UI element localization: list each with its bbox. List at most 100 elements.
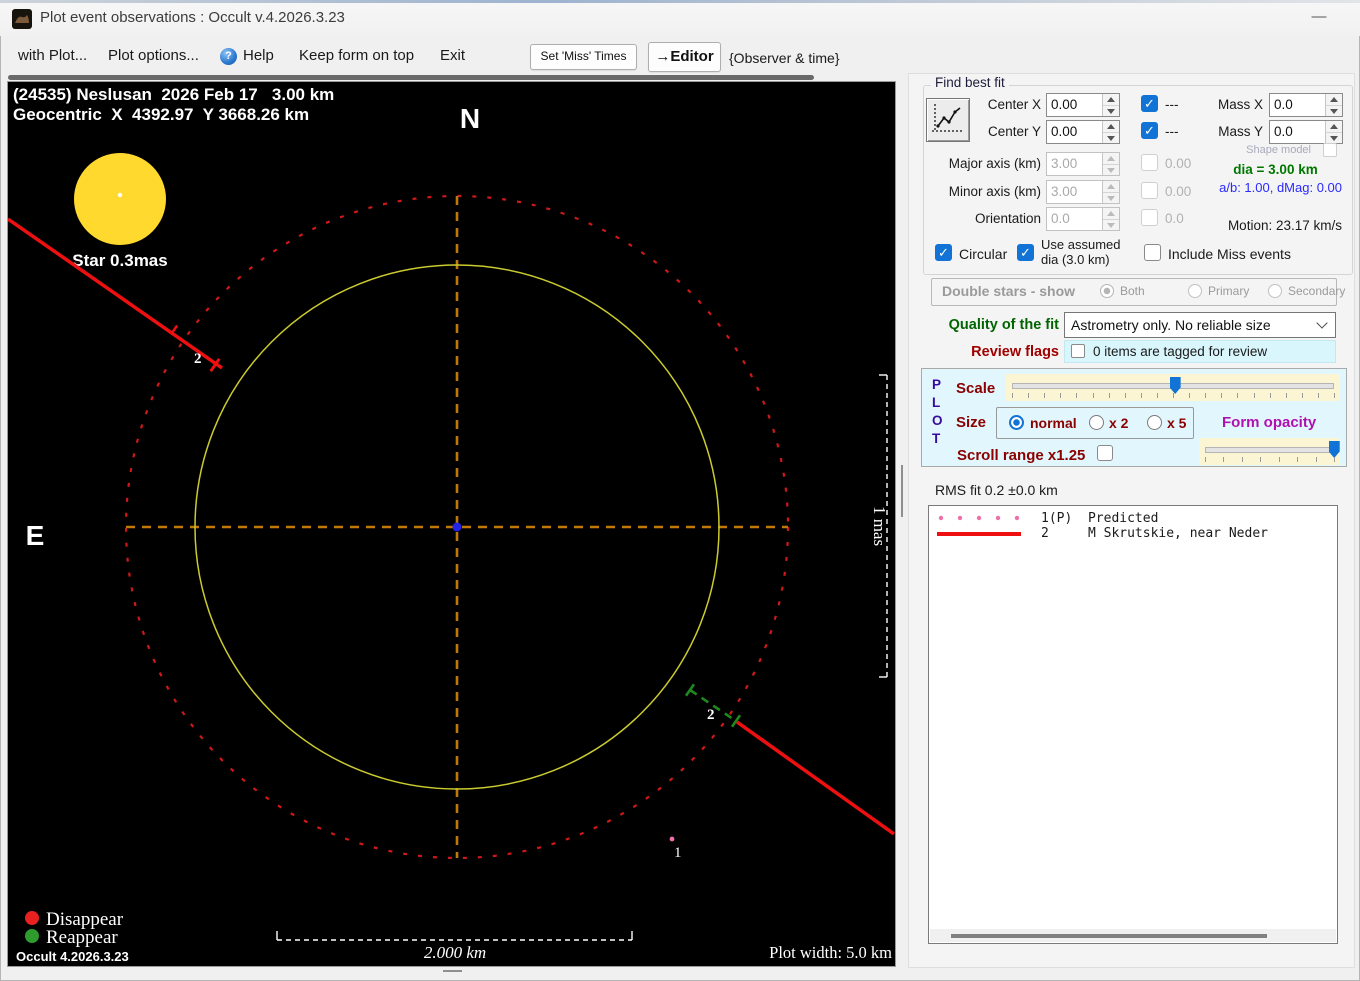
spinner-up-icon[interactable] <box>1103 181 1119 193</box>
minor-axis-input[interactable]: 3.00 <box>1046 180 1120 204</box>
vertical-splitter-handle[interactable] <box>901 465 903 517</box>
double-stars-group: Double stars - show Both Primary Seconda… <box>931 278 1345 306</box>
include-miss-checkbox[interactable] <box>1144 244 1161 261</box>
ab-dmag-label: a/b: 1.00, dMag: 0.00 <box>1219 180 1342 195</box>
opacity-slider-thumb[interactable] <box>1328 441 1340 458</box>
set-miss-times-button[interactable]: Set 'Miss' Times <box>530 44 637 70</box>
list-item[interactable]: 2 M Skrutskie, near Neder <box>1041 526 1268 541</box>
fit-chart-button[interactable] <box>926 98 970 142</box>
spinner-up-icon[interactable] <box>1326 94 1342 106</box>
help-icon[interactable]: ? <box>220 48 237 65</box>
window-title: Plot event observations : Occult v.4.202… <box>40 9 345 26</box>
observer-time-label: {Observer & time} <box>729 50 840 66</box>
star-center-dot <box>117 192 123 198</box>
version-label: Occult 4.2026.3.23 <box>16 949 129 964</box>
control-panel: Find best fit Center X 0.00 ✓ --- Mass X… <box>908 73 1355 968</box>
menu-keep-on-top[interactable]: Keep form on top <box>299 47 414 64</box>
size-x2-radio[interactable] <box>1089 415 1104 430</box>
mass-y-input[interactable]: 0.0 <box>1269 120 1343 144</box>
spinner-down-icon[interactable] <box>1103 164 1119 175</box>
horizontal-splitter-handle[interactable] <box>443 970 462 972</box>
minor-axis-checkbox[interactable] <box>1141 182 1158 199</box>
star-disk <box>74 153 166 245</box>
major-axis-input[interactable]: 3.00 <box>1046 152 1120 176</box>
menu-with-plot[interactable]: with Plot... <box>18 47 87 64</box>
mass-x-input[interactable]: 0.0 <box>1269 93 1343 117</box>
center-y-input[interactable]: 0.00 <box>1046 120 1120 144</box>
size-normal-radio[interactable] <box>1009 415 1024 430</box>
spinner-up-icon[interactable] <box>1103 208 1119 220</box>
menu-help[interactable]: Help <box>243 47 274 64</box>
plot-letter: L <box>932 395 941 410</box>
major-axis-checkbox[interactable] <box>1141 154 1158 171</box>
occult-plot-window: { "window": { "title": "Plot event obser… <box>0 0 1360 981</box>
menu-plot-options[interactable]: Plot options... <box>108 47 199 64</box>
menu-exit[interactable]: Exit <box>440 47 465 64</box>
center-x-checkbox[interactable]: ✓ <box>1141 95 1158 112</box>
east-label: E <box>26 520 45 551</box>
minor-axis-alt: 0.00 <box>1165 184 1192 199</box>
major-axis-label: Major axis (km) <box>948 156 1041 171</box>
spinner-up-icon[interactable] <box>1326 121 1342 133</box>
use-assumed-label: Use assumed dia (3.0 km) <box>1041 237 1121 267</box>
spinner-up-icon[interactable] <box>1103 94 1119 106</box>
north-label: N <box>460 103 480 134</box>
opacity-slider[interactable] <box>1199 438 1340 465</box>
review-flags-box: 0 items are tagged for review <box>1064 340 1336 363</box>
orientation-input[interactable]: 0.0 <box>1046 207 1120 231</box>
observed-solid-symbol <box>937 532 1021 536</box>
title-bar: Plot event observations : Occult v.4.202… <box>0 0 1360 36</box>
scrollbar-thumb[interactable] <box>951 934 1267 938</box>
spinner-down-icon[interactable] <box>1103 132 1119 143</box>
spinner-up-icon[interactable] <box>1103 153 1119 165</box>
editor-button[interactable]: →Editor <box>648 42 721 72</box>
progress-bar <box>8 75 814 80</box>
orientation-alt: 0.0 <box>1165 211 1184 226</box>
spinner-down-icon[interactable] <box>1103 192 1119 203</box>
size-x2-label: x 2 <box>1109 415 1129 431</box>
center-y-label: Center Y <box>987 124 1041 139</box>
plot-header-line1: (24535) Neslusan 2026 Feb 17 3.00 km <box>13 85 334 104</box>
scale-slider-thumb[interactable] <box>1169 377 1181 394</box>
circular-checkbox[interactable]: ✓ <box>935 244 952 261</box>
double-stars-primary-radio[interactable] <box>1188 284 1202 298</box>
center-x-input[interactable]: 0.00 <box>1046 93 1120 117</box>
shape-model-checkbox[interactable] <box>1323 143 1337 157</box>
double-stars-both-radio[interactable] <box>1100 284 1114 298</box>
chart-icon <box>932 104 962 132</box>
mas-scale-label: 1 mas <box>870 506 889 546</box>
spinner-down-icon[interactable] <box>1103 105 1119 116</box>
quality-dropdown[interactable]: Astrometry only. No reliable size <box>1064 312 1336 338</box>
spinner-down-icon[interactable] <box>1103 219 1119 230</box>
orientation-checkbox[interactable] <box>1141 209 1158 226</box>
size-x5-radio[interactable] <box>1147 415 1162 430</box>
scale-bar-label: 2.000 km <box>424 943 486 962</box>
double-stars-secondary-radio[interactable] <box>1268 284 1282 298</box>
predicted-dotted-symbol <box>938 515 1020 521</box>
list-item[interactable]: 1(P) Predicted <box>1041 511 1158 526</box>
size-x5-label: x 5 <box>1167 415 1187 431</box>
circular-label: Circular <box>959 246 1008 262</box>
center-y-checkbox[interactable]: ✓ <box>1141 122 1158 139</box>
scale-slider[interactable] <box>1006 374 1340 401</box>
form-opacity-label: Form opacity <box>1222 414 1317 431</box>
chord2-upper-label: 2 <box>194 351 202 367</box>
spinner-down-icon[interactable] <box>1326 132 1342 143</box>
disappear-legend-dot <box>25 911 39 925</box>
list-horizontal-scrollbar[interactable] <box>930 929 1336 942</box>
scale-bracket <box>276 931 633 941</box>
use-assumed-checkbox[interactable]: ✓ <box>1017 244 1034 261</box>
plot-controls-panel: P L O T Scale Size normal x 2 x 5 Form o… <box>921 368 1347 467</box>
minimize-button[interactable]: — <box>1304 6 1334 30</box>
plot-letter: T <box>932 431 941 446</box>
mass-x-label: Mass X <box>1217 97 1263 112</box>
review-flags-text: 0 items are tagged for review <box>1093 344 1268 359</box>
spinner-down-icon[interactable] <box>1326 105 1342 116</box>
predicted-point <box>669 836 675 842</box>
review-flags-checkbox[interactable] <box>1071 344 1085 358</box>
plot-header-line2: Geocentric X 4392.97 Y 3668.26 km <box>13 105 309 124</box>
double-stars-primary-label: Primary <box>1208 284 1250 298</box>
scroll-range-checkbox[interactable] <box>1097 445 1113 461</box>
spinner-up-icon[interactable] <box>1103 121 1119 133</box>
observations-list[interactable]: 1(P) Predicted 2 M Skrutskie, near Neder <box>928 505 1338 944</box>
